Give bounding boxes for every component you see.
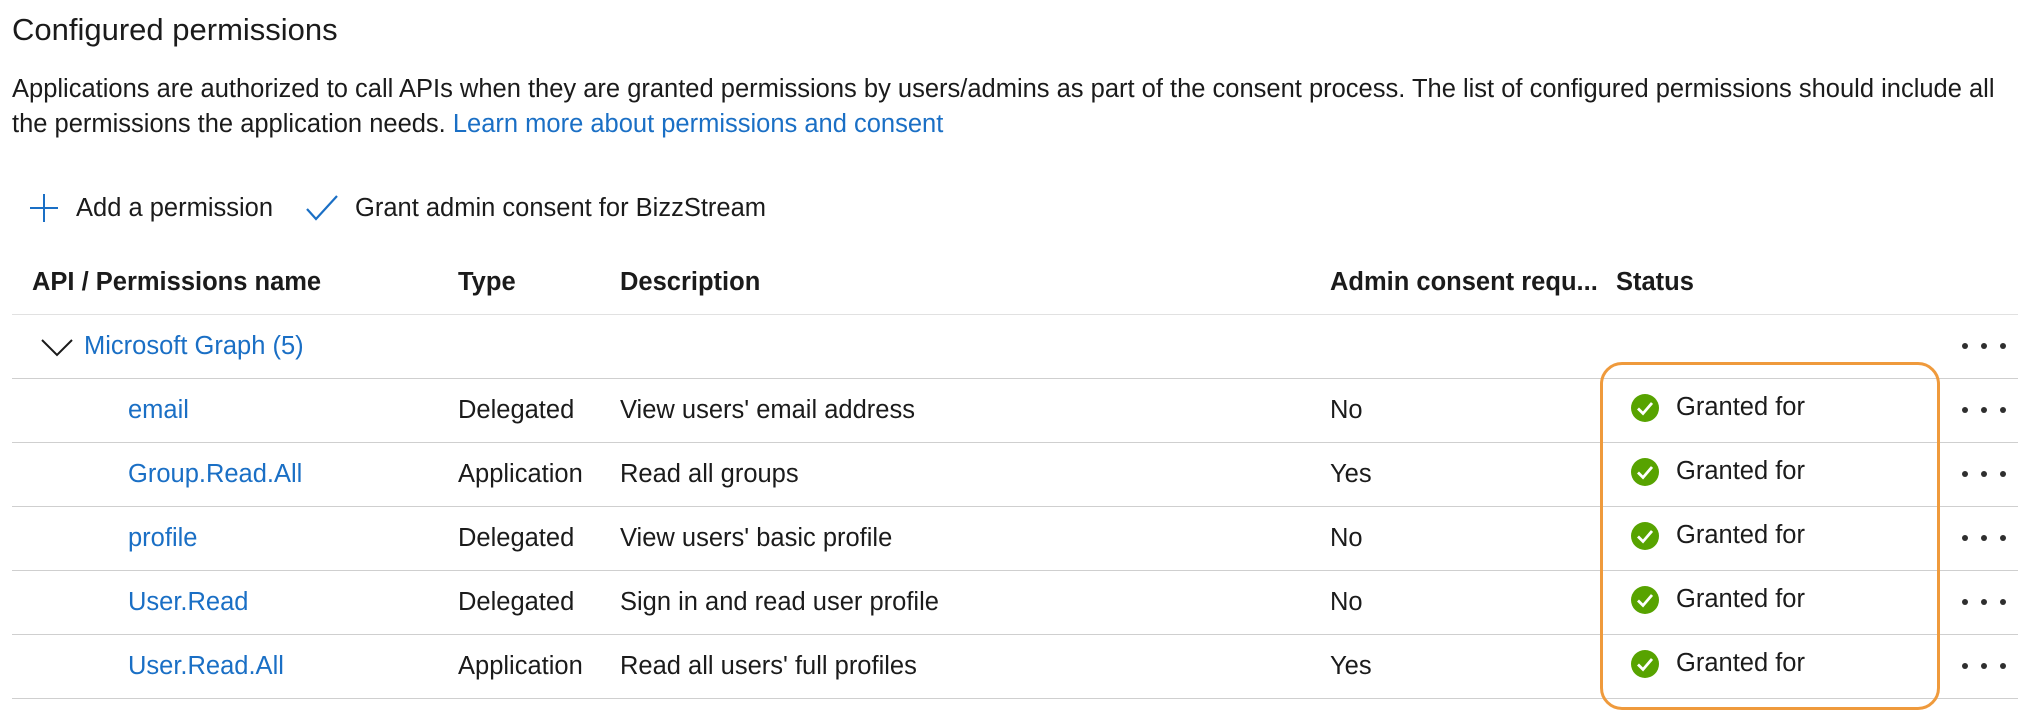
description-text: Applications are authorized to call APIs… xyxy=(12,75,1995,138)
grant-admin-consent-button[interactable]: Grant admin consent for BizzStream xyxy=(305,193,766,223)
permission-name-link[interactable]: User.Read xyxy=(128,571,248,634)
permission-type: Delegated xyxy=(458,588,575,616)
page-title: Configured permissions xyxy=(12,12,338,47)
permission-name-link[interactable]: profile xyxy=(128,507,197,570)
permission-description: View users' basic profile xyxy=(620,524,893,552)
admin-consent-value: No xyxy=(1330,588,1363,616)
page-description: Applications are authorized to call APIs… xyxy=(12,72,2012,142)
status-text: Granted for xyxy=(1676,649,1805,677)
add-permission-button[interactable]: Add a permission xyxy=(28,192,273,224)
success-check-icon xyxy=(1631,585,1659,614)
table-row: User.Read.All Application Read all users… xyxy=(12,635,2018,699)
permission-description: Read all users' full profiles xyxy=(620,652,917,680)
group-label[interactable]: Microsoft Graph (5) xyxy=(84,332,304,361)
status-text: Granted for xyxy=(1676,393,1805,421)
permission-type: Delegated xyxy=(458,524,575,552)
add-permission-label: Add a permission xyxy=(76,193,274,222)
status-cell: Granted for xyxy=(1630,440,1805,503)
permission-type: Delegated xyxy=(458,396,575,424)
success-check-icon xyxy=(1631,393,1659,422)
permissions-table: API / Permissions name Type Description … xyxy=(12,256,2018,699)
more-icon[interactable] xyxy=(1962,395,2006,425)
success-check-icon xyxy=(1631,649,1659,678)
permission-name-link[interactable]: User.Read.All xyxy=(128,635,284,698)
chevron-down-icon xyxy=(41,338,73,356)
status-text: Granted for xyxy=(1676,521,1805,549)
permission-name-link[interactable]: email xyxy=(128,379,189,442)
more-icon[interactable] xyxy=(1962,523,2006,553)
permission-name-link[interactable]: Group.Read.All xyxy=(128,443,302,506)
status-text: Granted for xyxy=(1676,585,1805,613)
permission-type: Application xyxy=(458,652,583,680)
table-row: Group.Read.All Application Read all grou… xyxy=(12,443,2018,507)
admin-consent-value: Yes xyxy=(1330,460,1372,488)
table-row: profile Delegated View users' basic prof… xyxy=(12,507,2018,571)
grant-admin-consent-label: Grant admin consent for BizzStream xyxy=(355,193,767,222)
more-icon[interactable] xyxy=(1962,651,2006,681)
checkmark-icon xyxy=(306,195,338,221)
admin-consent-value: No xyxy=(1330,524,1363,552)
status-cell: Granted for xyxy=(1630,568,1805,631)
status-text: Granted for xyxy=(1676,457,1805,485)
group-toggle[interactable]: Microsoft Graph (5) xyxy=(40,315,304,378)
more-icon[interactable] xyxy=(1962,587,2006,617)
permission-type: Application xyxy=(458,460,583,488)
status-cell: Granted for xyxy=(1630,632,1805,695)
column-header-status[interactable]: Status xyxy=(1616,262,1694,302)
permission-description: Sign in and read user profile xyxy=(620,588,939,616)
column-header-name[interactable]: API / Permissions name xyxy=(32,262,321,302)
column-header-description[interactable]: Description xyxy=(620,262,760,302)
admin-consent-value: Yes xyxy=(1330,652,1372,680)
permission-description: View users' email address xyxy=(620,396,915,424)
column-header-type[interactable]: Type xyxy=(458,262,516,302)
success-check-icon xyxy=(1631,521,1659,550)
column-header-admin-consent[interactable]: Admin consent requ... xyxy=(1330,262,1598,302)
table-row: email Delegated View users' email addres… xyxy=(12,379,2018,443)
status-cell: Granted for xyxy=(1630,376,1805,439)
permission-description: Read all groups xyxy=(620,460,799,488)
table-header: API / Permissions name Type Description … xyxy=(12,256,2018,315)
learn-more-link[interactable]: Learn more about permissions and consent xyxy=(453,110,943,138)
group-row-microsoft-graph: Microsoft Graph (5) xyxy=(12,315,2018,379)
table-row: User.Read Delegated Sign in and read use… xyxy=(12,571,2018,635)
more-icon[interactable] xyxy=(1962,331,2006,361)
status-cell: Granted for xyxy=(1630,504,1805,567)
success-check-icon xyxy=(1631,457,1659,486)
admin-consent-value: No xyxy=(1330,396,1363,424)
plus-icon xyxy=(30,194,58,222)
toolbar: Add a permission Grant admin consent for… xyxy=(28,186,798,230)
more-icon[interactable] xyxy=(1962,459,2006,489)
